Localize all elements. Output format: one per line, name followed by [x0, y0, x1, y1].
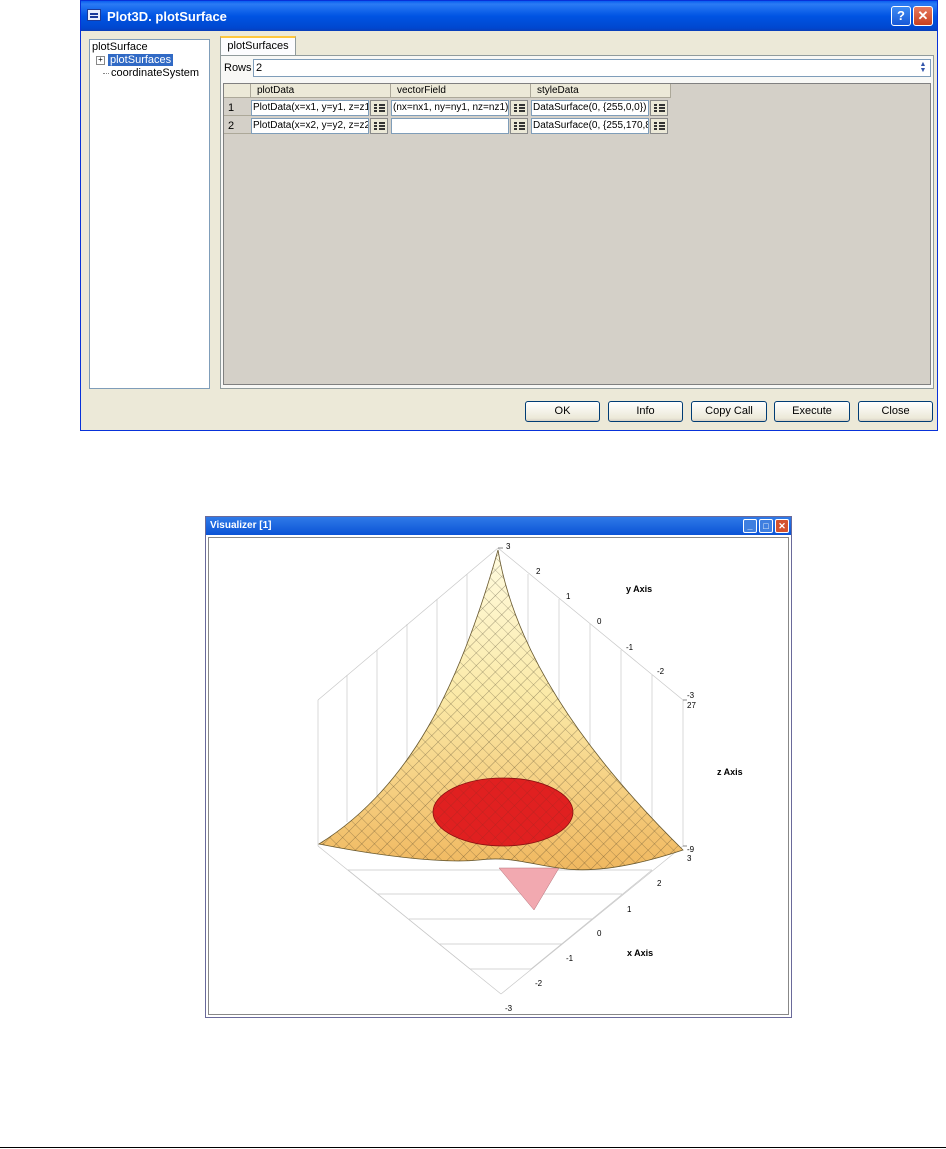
rows-spinner-icon[interactable]: ▲ ▼	[918, 61, 928, 74]
cell-vectorfield[interactable]: (nx=nx1, ny=ny1, nz=nz1)	[391, 100, 509, 116]
visualizer-window: Visualizer [1] _ □ ✕ 3 2 1 0 -1 -2 -3 27…	[205, 516, 792, 1018]
cell-plotdata[interactable]: PlotData(x=x2, y=y2, z=z2)	[251, 118, 369, 134]
x-tick-label: 0	[597, 929, 602, 938]
tree-item-label: plotSurfaces	[108, 54, 174, 66]
plot-surface-dialog: Plot3D. plotSurface ? ✕ plotSurface + plo…	[80, 0, 938, 431]
edit-list-icon[interactable]	[510, 118, 528, 134]
edit-list-icon[interactable]	[650, 100, 668, 116]
y-tick-label: 2	[536, 567, 541, 576]
execute-button[interactable]: Execute	[774, 401, 850, 422]
info-button[interactable]: Info	[608, 401, 683, 422]
column-header-styledata[interactable]: styleData	[531, 84, 671, 98]
copy-call-button[interactable]: Copy Call	[691, 401, 767, 422]
tab-plotsurfaces[interactable]: plotSurfaces	[220, 36, 296, 56]
x-tick-label: 2	[657, 879, 662, 888]
edit-list-icon[interactable]	[370, 100, 388, 116]
edit-list-icon[interactable]	[370, 118, 388, 134]
column-header-plotdata[interactable]: plotData	[251, 84, 391, 98]
z-tick-label: -9	[687, 845, 695, 854]
rows-value: 2	[256, 62, 263, 74]
tree-root[interactable]: plotSurface	[92, 41, 148, 53]
page-bottom-rule	[0, 1147, 946, 1148]
cell-plotdata[interactable]: PlotData(x=x1, y=y1, z=z1)	[251, 100, 369, 116]
plot-canvas[interactable]: 3 2 1 0 -1 -2 -3 27 -9 3 2 1 0 -1 -2 -3	[208, 537, 789, 1015]
x-tick-label: -2	[535, 979, 543, 988]
x-tick-label: 1	[627, 905, 632, 914]
row-number: 1	[224, 100, 251, 116]
underside-surface	[498, 867, 560, 911]
x-tick-label: -3	[505, 1004, 513, 1013]
surface-plot-svg: 3 2 1 0 -1 -2 -3 27 -9 3 2 1 0 -1 -2 -3	[317, 542, 743, 1013]
y-tick-label: 3	[506, 542, 511, 551]
help-button[interactable]: ?	[891, 6, 911, 26]
tree-item-coordinatesystem[interactable]: coordinateSystem	[103, 67, 199, 79]
ellipsoid-mesh	[433, 778, 573, 846]
ok-button[interactable]: OK	[525, 401, 600, 422]
visualizer-title: Visualizer [1]	[210, 520, 272, 531]
close-visualizer-button[interactable]: ✕	[775, 519, 789, 533]
cell-vectorfield[interactable]	[391, 118, 509, 134]
edit-list-icon[interactable]	[510, 100, 528, 116]
dialog-title: Plot3D. plotSurface	[107, 9, 227, 24]
y-axis-label: y Axis	[626, 584, 652, 594]
y-tick-label: 1	[566, 592, 571, 601]
y-tick-label: 0	[597, 617, 602, 626]
row-number: 2	[224, 118, 251, 134]
visualizer-title-bar[interactable]: Visualizer [1] _ □ ✕	[206, 517, 791, 535]
z-tick-label: 27	[687, 701, 696, 710]
x-tick-label: -1	[566, 954, 574, 963]
maximize-button[interactable]: □	[759, 519, 773, 533]
y-tick-label: -3	[687, 691, 695, 700]
tree-line	[103, 72, 109, 74]
expand-icon[interactable]: +	[96, 55, 105, 65]
y-tick-label: -2	[657, 667, 665, 676]
table-corner-header	[224, 84, 251, 98]
cell-styledata[interactable]: DataSurface(0, {255,0,0})	[531, 100, 649, 116]
tree-item-plotsurfaces[interactable]: + plotSurfaces	[96, 54, 174, 66]
edit-list-icon[interactable]	[650, 118, 668, 134]
y-tick-label: -1	[626, 643, 634, 652]
column-header-vectorfield[interactable]: vectorField	[391, 84, 531, 98]
x-tick-label: 3	[687, 854, 692, 863]
record-tree: plotSurface + plotSurfaces coordinateSyst…	[89, 39, 210, 389]
rows-label: Rows	[224, 62, 252, 74]
dialog-title-bar[interactable]: Plot3D. plotSurface ? ✕	[81, 1, 937, 31]
close-button[interactable]: Close	[858, 401, 933, 422]
cell-styledata[interactable]: DataSurface(0, {255,170,85})	[531, 118, 649, 134]
rows-input[interactable]: 2 ▲ ▼	[253, 59, 931, 77]
app-icon	[87, 9, 101, 21]
tab-pane: Rows 2 ▲ ▼ plotData vectorField styleData…	[220, 55, 934, 389]
tree-item-label: coordinateSystem	[111, 67, 200, 79]
minimize-button[interactable]: _	[743, 519, 757, 533]
data-table: plotData vectorField styleData 1 PlotDat…	[223, 83, 931, 385]
z-axis-label: z Axis	[717, 767, 743, 777]
x-axis-label: x Axis	[627, 948, 653, 958]
close-window-button[interactable]: ✕	[913, 6, 933, 26]
